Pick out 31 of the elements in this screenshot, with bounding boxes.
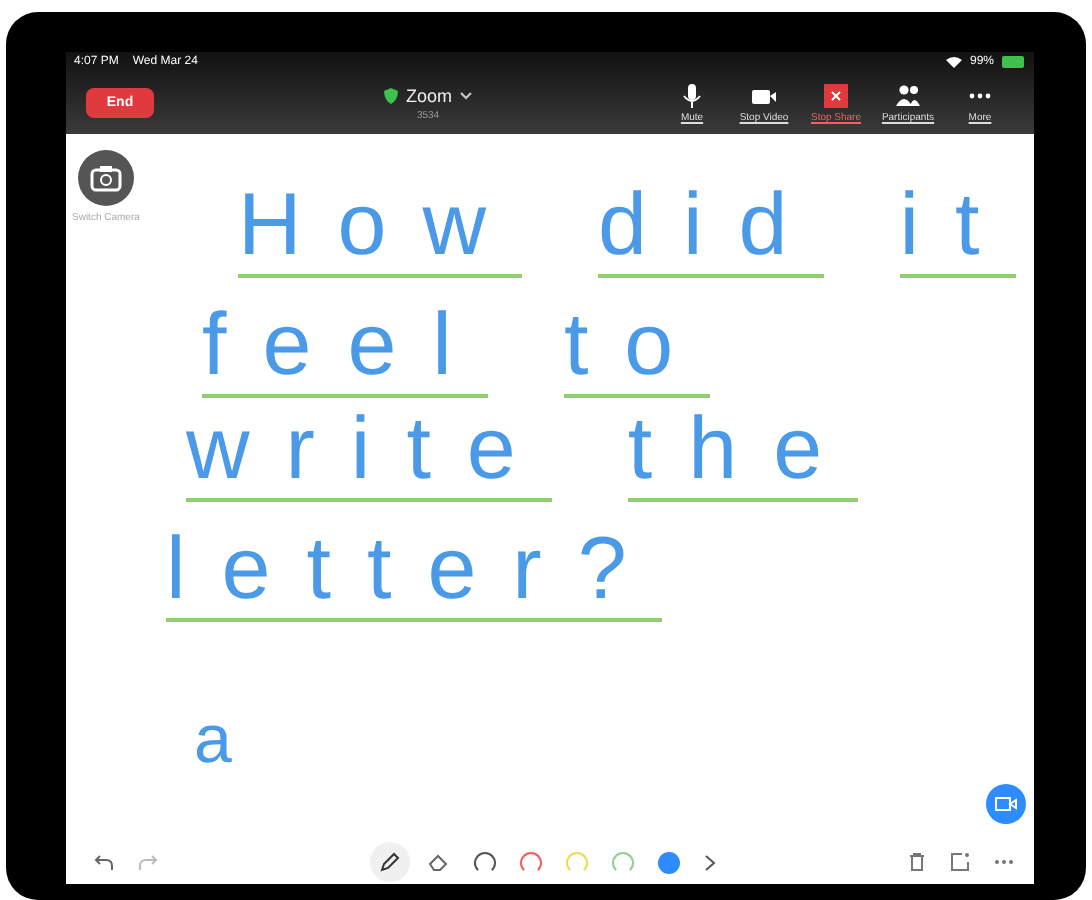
color-swatch[interactable]	[658, 851, 680, 873]
handwritten-word: the	[627, 406, 859, 502]
handwritten-word: feel	[202, 302, 488, 398]
eraser-icon	[428, 852, 448, 872]
microphone-icon	[678, 82, 706, 110]
handwritten-word: a	[194, 706, 268, 782]
handwritten-word: letter?	[166, 526, 663, 622]
chevron-right-icon[interactable]	[704, 853, 716, 871]
color-swatch[interactable]	[520, 851, 542, 873]
caret-icon[interactable]	[460, 91, 473, 99]
more-icon[interactable]	[994, 858, 1014, 866]
share-camera-button[interactable]	[986, 784, 1026, 824]
handwritten-word: it	[899, 182, 1016, 278]
people-icon	[894, 82, 922, 110]
trash-icon[interactable]	[908, 852, 926, 872]
color-swatch[interactable]	[474, 851, 496, 873]
handwritten-word: to	[563, 302, 710, 398]
meeting-title[interactable]: Zoom	[406, 85, 453, 105]
handwritten-word: How	[238, 182, 523, 278]
shield-icon	[384, 87, 398, 103]
wifi-icon	[945, 56, 962, 68]
pen-tool[interactable]	[370, 842, 410, 882]
battery-icon	[1002, 56, 1026, 68]
handwritten-word: write	[186, 406, 552, 502]
video-camera-icon	[994, 794, 1018, 814]
camera-switch-icon	[89, 164, 122, 192]
pen-icon	[380, 852, 400, 872]
undo-icon[interactable]	[94, 853, 114, 871]
color-swatch[interactable]	[612, 851, 634, 873]
stop-share-icon	[822, 82, 850, 110]
handwritten-word: did	[598, 182, 824, 278]
